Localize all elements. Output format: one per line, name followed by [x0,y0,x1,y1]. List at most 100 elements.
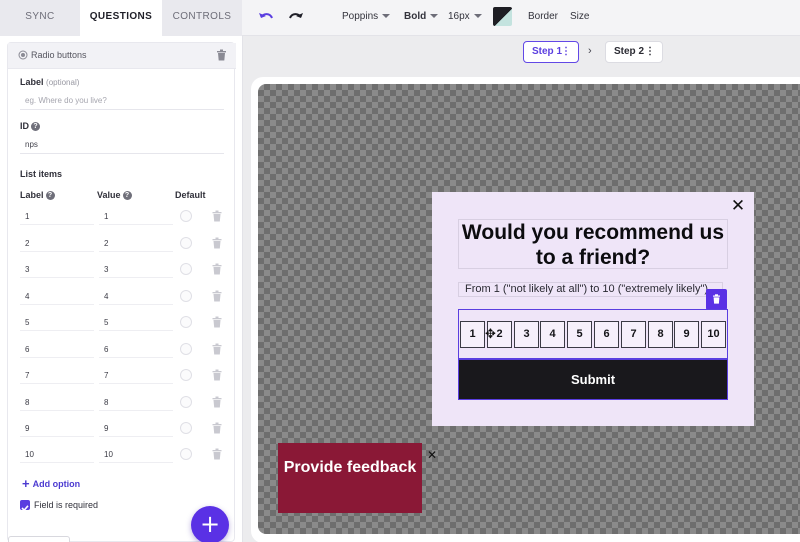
list-item-label-input[interactable]: 1 [20,208,94,225]
size-button[interactable]: Size [570,11,589,22]
list-item-label-input[interactable]: 10 [20,446,94,463]
trash-icon[interactable] [212,396,222,408]
default-radio[interactable] [180,237,192,249]
trash-icon[interactable] [212,290,222,302]
list-item-label-input[interactable]: 4 [20,288,94,305]
list-item-value-input[interactable]: 7 [99,367,173,384]
close-icon[interactable]: ✕ [730,198,746,215]
list-item-label-input[interactable]: 7 [20,367,94,384]
default-radio[interactable] [180,422,192,434]
help-icon[interactable]: ? [31,122,40,132]
font-size-select[interactable]: 16px [448,11,482,22]
label-input[interactable]: eg. Where do you live? [20,92,224,110]
list-item-value-input[interactable]: 3 [99,261,173,278]
help-icon[interactable]: ? [45,191,55,201]
radio-icon [18,50,28,60]
border-button[interactable]: Border [528,11,558,22]
id-input[interactable]: nps [20,136,224,154]
provide-feedback-tab[interactable]: Provide feedback [278,443,422,513]
list-item-label-input[interactable]: 8 [20,394,94,411]
list-item-value-input[interactable]: 4 [99,288,173,305]
default-radio[interactable] [180,263,192,275]
survey-question[interactable]: Would you recommend us to a friend? [458,219,728,269]
bottom-button[interactable] [8,536,70,542]
undo-icon[interactable] [256,8,276,28]
chevron-right-icon: › [588,45,592,57]
tab-sync[interactable]: SYNC [0,0,80,36]
nps-option-button[interactable]: 8 [648,321,673,348]
trash-icon[interactable] [212,369,222,381]
default-radio[interactable] [180,396,192,408]
chevron-down-icon [430,14,439,19]
list-item-value-input[interactable]: 10 [99,446,173,463]
trash-icon[interactable] [212,448,222,460]
list-item-value-input[interactable]: 1 [99,208,173,225]
list-item-value-input[interactable]: 6 [99,341,173,358]
color-swatch[interactable] [493,7,512,26]
nps-option-button[interactable]: 6 [594,321,619,348]
nps-option-button[interactable]: 1 [460,321,485,348]
default-radio[interactable] [180,210,192,222]
move-cursor-icon: ✥ [485,327,496,342]
list-item-label-input[interactable]: 5 [20,314,94,331]
nps-option-button[interactable]: 10 [701,321,726,348]
more-vertical-icon[interactable]: ⋮ [561,42,571,62]
step-1-tab[interactable]: Step 1 ⋮ [523,41,579,63]
trash-icon [713,294,720,304]
add-question-button[interactable]: + [191,506,229,542]
step-2-tab[interactable]: Step 2 ⋮ [605,41,663,63]
list-items-heading: List items [20,169,63,179]
card-header: Radio buttons [8,43,236,69]
list-item-label-input[interactable]: 3 [20,261,94,278]
id-field-label: ID? [20,121,40,132]
font-weight-select[interactable]: Bold [404,11,439,22]
list-item-value-input[interactable]: 5 [99,314,173,331]
list-item-value-input[interactable]: 2 [99,235,173,252]
required-label: Field is required [34,500,99,510]
list-item-value-input[interactable]: 9 [99,420,173,437]
list-item-label-input[interactable]: 9 [20,420,94,437]
trash-icon[interactable] [212,263,222,275]
chevron-down-icon [473,14,482,19]
default-radio[interactable] [180,369,192,381]
survey-subtitle[interactable]: From 1 ("not likely at all") to 10 ("ext… [458,282,723,297]
nps-option-button[interactable]: 9 [674,321,699,348]
delete-element-button[interactable] [706,289,727,310]
default-radio[interactable] [180,448,192,460]
nps-option-button[interactable]: 4 [540,321,565,348]
default-radio[interactable] [180,316,192,328]
nps-option-button[interactable]: 5 [567,321,592,348]
add-option-button[interactable]: + Add option [22,476,80,491]
trash-icon[interactable] [216,49,227,61]
tab-questions[interactable]: QUESTIONS [80,0,162,36]
more-vertical-icon[interactable]: ⋮ [645,42,655,62]
nps-option-button[interactable]: 3 [514,321,539,348]
nps-option-button[interactable]: 7 [621,321,646,348]
close-icon[interactable]: ✕ [427,448,437,462]
redo-icon[interactable] [286,8,306,28]
col-default-header: Default [175,190,206,200]
help-icon[interactable]: ? [122,191,132,201]
chevron-down-icon [382,14,391,19]
col-value-header: Value? [97,190,132,201]
plus-icon: + [22,476,30,491]
list-item-value-input[interactable]: 8 [99,394,173,411]
tab-controls[interactable]: CONTROLS [162,0,242,36]
trash-icon[interactable] [212,422,222,434]
trash-icon[interactable] [212,343,222,355]
plus-icon: + [199,510,221,538]
required-checkbox[interactable] [20,500,30,512]
default-radio[interactable] [180,290,192,302]
default-radio[interactable] [180,343,192,355]
check-icon [21,505,29,512]
list-item-label-input[interactable]: 6 [20,341,94,358]
col-label-header: Label? [20,190,55,201]
label-field-label: Label (optional) [20,77,80,87]
submit-button[interactable]: Submit [459,360,727,399]
trash-icon[interactable] [212,316,222,328]
trash-icon[interactable] [212,237,222,249]
trash-icon[interactable] [212,210,222,222]
font-family-select[interactable]: Poppins [342,11,391,22]
list-item-label-input[interactable]: 2 [20,235,94,252]
card-title: Radio buttons [31,50,87,60]
